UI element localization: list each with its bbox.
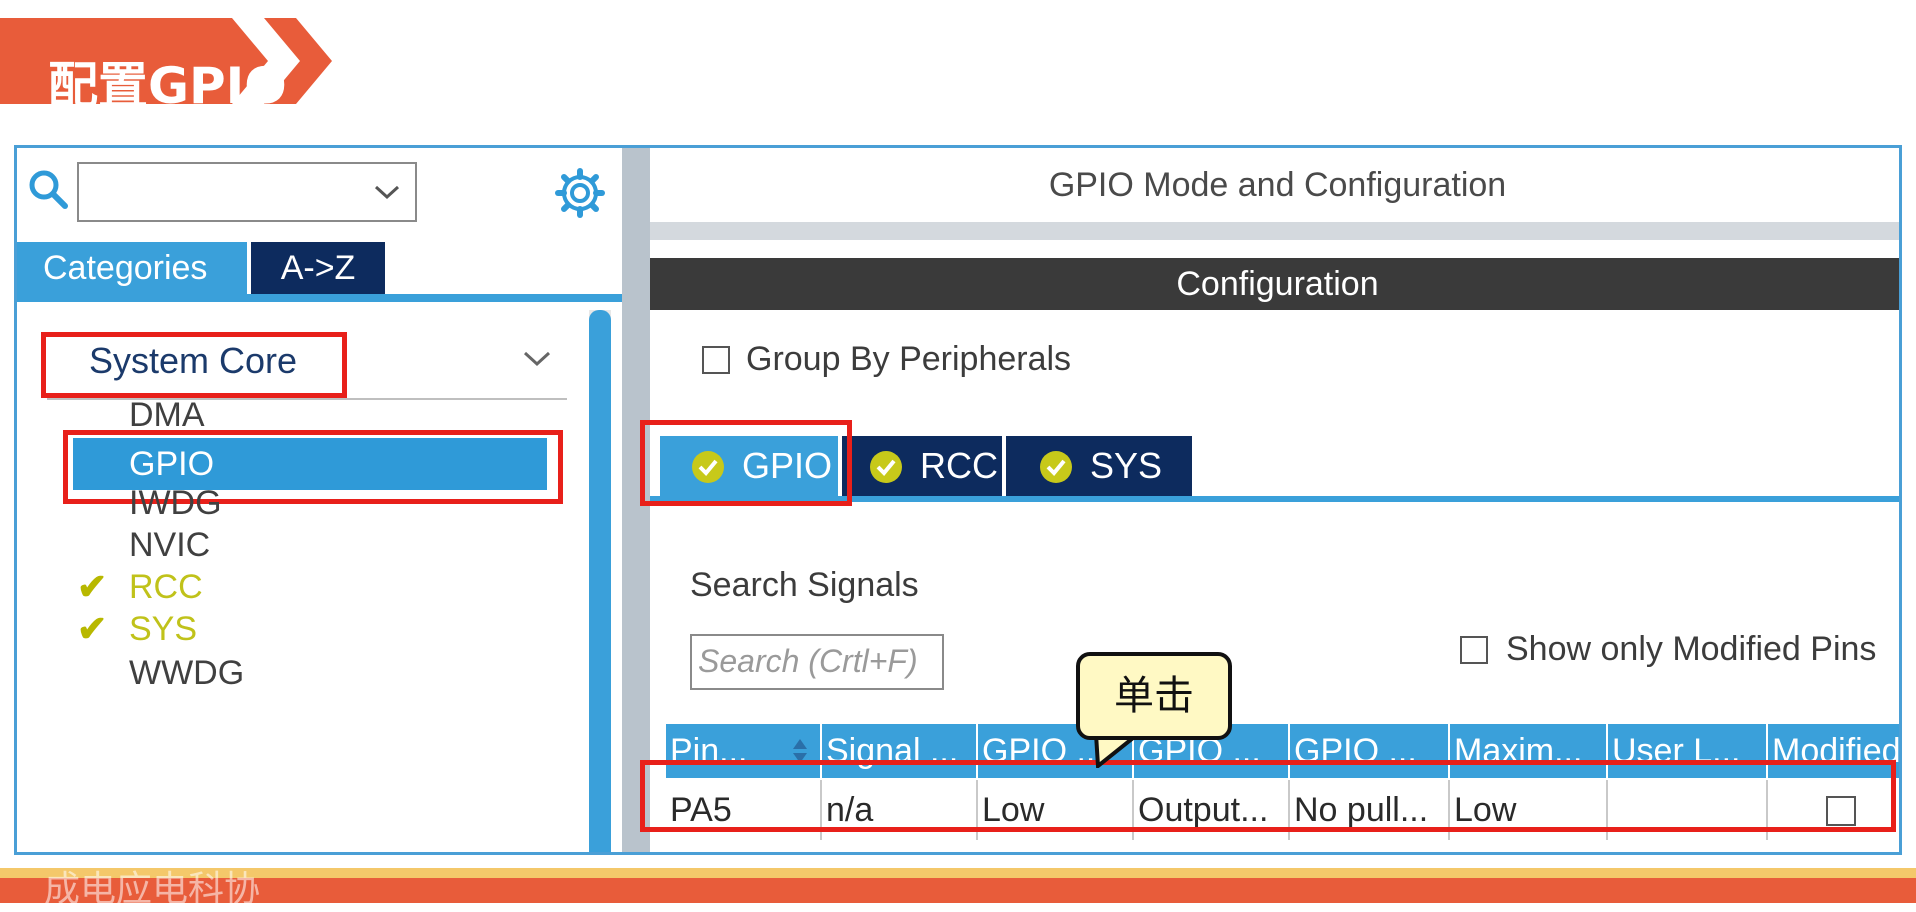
- show-modified-checkbox[interactable]: [1460, 636, 1488, 664]
- section-separator[interactable]: [650, 222, 1899, 240]
- tab-sys[interactable]: SYS: [1006, 436, 1192, 496]
- list-item-sys[interactable]: SYS: [129, 610, 197, 649]
- list-item-wwdg[interactable]: WWDG: [129, 654, 244, 693]
- search-combo[interactable]: [77, 162, 417, 222]
- list-item-rcc[interactable]: RCC: [129, 568, 203, 607]
- click-callout: 单击: [1076, 652, 1232, 740]
- search-signals-label: Search Signals: [690, 566, 919, 604]
- highlight-system-core: [41, 332, 347, 398]
- chevron-down-icon[interactable]: [373, 182, 401, 202]
- page-title: 配置GPIO: [48, 57, 287, 115]
- watermark-text: 成电应电科协: [44, 869, 261, 910]
- footer-stripe-yellow: [0, 868, 1916, 878]
- tab-sys-label: SYS: [1090, 445, 1163, 486]
- gear-icon[interactable]: [555, 168, 605, 218]
- highlight-pa5-row: [640, 760, 1896, 832]
- right-panel: GPIO Mode and Configuration Configuratio…: [640, 148, 1899, 852]
- ok-check-icon: [1040, 451, 1072, 483]
- footer-stripe-red: [0, 878, 1916, 903]
- scrollbar-thumb[interactable]: [589, 310, 611, 852]
- ok-check-icon: [870, 451, 902, 483]
- tab-a-to-z[interactable]: A->Z: [251, 242, 385, 294]
- tab-rcc-label: RCC: [920, 445, 998, 486]
- tab-categories[interactable]: Categories: [17, 242, 247, 294]
- check-icon: ✔: [77, 566, 108, 607]
- group-by-peripherals-checkbox[interactable]: [702, 346, 730, 374]
- list-item-iwdg[interactable]: IWDG: [129, 484, 222, 523]
- left-panel: Categories A->Z System Core DMA GPIO IWD…: [17, 148, 622, 852]
- title-banner: 配置GPIO: [0, 18, 332, 124]
- left-tab-bar: Categories A->Z: [17, 242, 622, 302]
- check-icon: ✔: [77, 608, 108, 649]
- show-modified-label: Show only Modified Pins: [1506, 630, 1877, 668]
- tab-rcc[interactable]: RCC: [842, 436, 1002, 496]
- group-by-peripherals-label: Group By Peripherals: [746, 340, 1072, 378]
- search-signals-input[interactable]: Search (Crtl+F): [690, 634, 944, 690]
- list-item-nvic[interactable]: NVIC: [129, 526, 210, 565]
- highlight-gpio-tab: [640, 420, 852, 506]
- chevron-down-icon[interactable]: [521, 348, 553, 370]
- search-icon[interactable]: [27, 168, 69, 210]
- mode-config-title: GPIO Mode and Configuration: [1048, 166, 1507, 204]
- cubemx-window: Categories A->Z System Core DMA GPIO IWD…: [14, 145, 1902, 855]
- configuration-header: Configuration: [650, 258, 1899, 310]
